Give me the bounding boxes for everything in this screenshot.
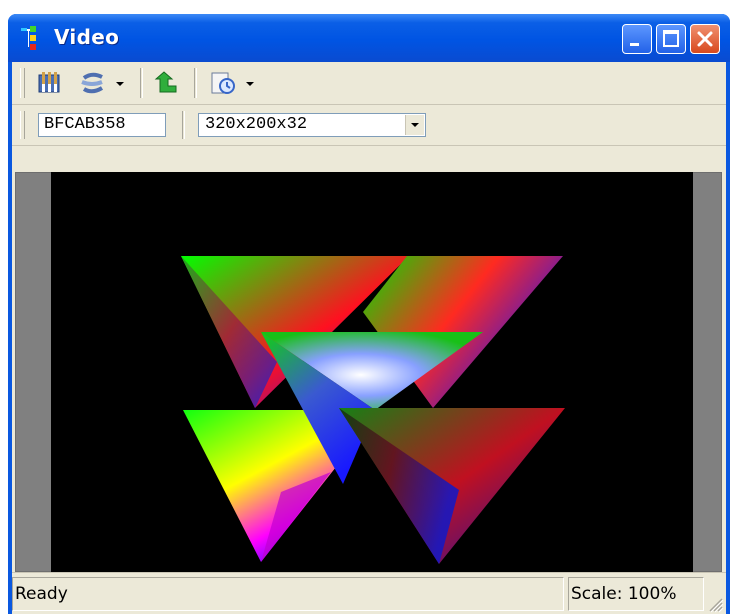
go-back-button[interactable] [152, 70, 182, 96]
rendered-scene [181, 256, 565, 564]
close-icon [697, 31, 713, 47]
capture-dropdown-arrow[interactable] [246, 82, 254, 86]
toolbar-grip[interactable] [20, 111, 25, 139]
close-button[interactable] [690, 24, 720, 54]
go-back-icon [154, 71, 177, 93]
format-dropdown-button[interactable] [405, 115, 424, 135]
address-toolbar: BFCAB358 320x200x32 [12, 105, 726, 146]
chevron-down-icon [411, 123, 419, 127]
resize-grip-icon[interactable] [704, 593, 724, 613]
properties-button[interactable] [36, 70, 66, 96]
main-toolbar [12, 62, 726, 105]
refresh-icon [81, 72, 104, 94]
toolbar-separator [140, 68, 143, 98]
status-text: Ready [12, 577, 564, 611]
video-canvas[interactable] [51, 172, 693, 572]
video-viewport[interactable] [15, 172, 722, 572]
format-select-value: 320x200x32 [205, 115, 308, 134]
properties-icon [38, 72, 60, 93]
scale-indicator: Scale: 100% [568, 577, 704, 611]
status-bar: Ready Scale: 100% [12, 572, 726, 614]
toolbar-separator [194, 68, 197, 98]
app-icon [21, 26, 36, 50]
format-select[interactable]: 320x200x32 [198, 113, 426, 137]
toolbar-grip[interactable] [20, 68, 25, 98]
refresh-dropdown-arrow[interactable] [116, 82, 124, 86]
video-window: Video BFCAB358 320x200x32 Ready Scale: 1… [8, 14, 730, 614]
maximize-icon [663, 30, 679, 47]
address-input[interactable]: BFCAB358 [38, 113, 166, 137]
capture-button[interactable] [208, 70, 256, 96]
title-bar[interactable]: Video [8, 14, 730, 62]
toolbar-separator [182, 111, 185, 139]
capture-icon [211, 72, 235, 94]
window-title: Video [54, 25, 120, 49]
maximize-button[interactable] [656, 24, 686, 54]
minimize-icon [630, 43, 639, 46]
client-area: BFCAB358 320x200x32 Ready Scale: 100% [12, 62, 726, 614]
refresh-button[interactable] [78, 70, 126, 96]
minimize-button[interactable] [622, 24, 652, 54]
